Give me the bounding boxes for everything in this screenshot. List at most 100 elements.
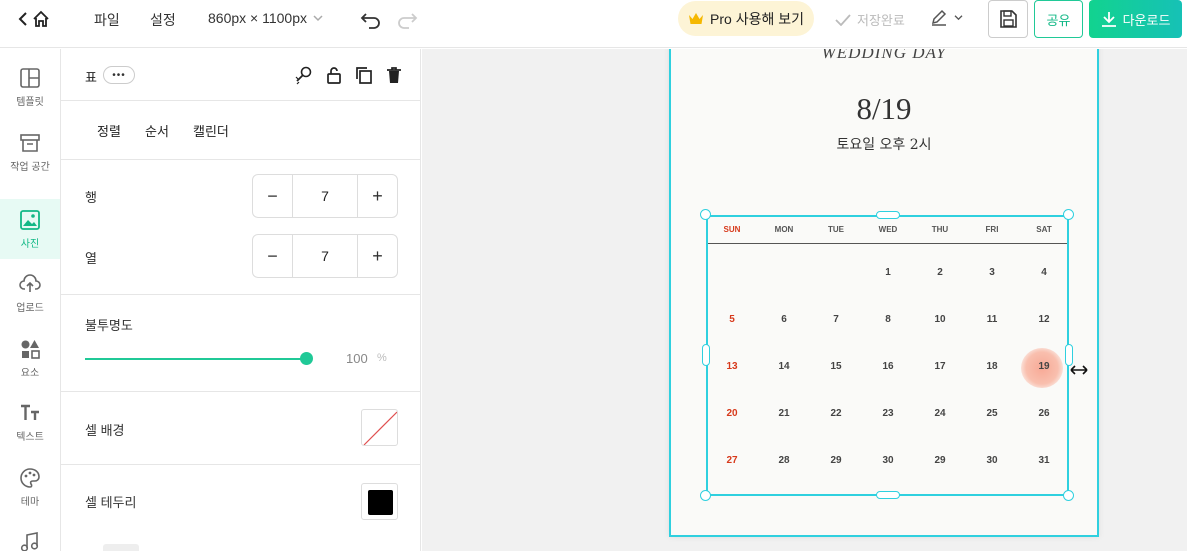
download-button[interactable]: 다운로드 (1089, 0, 1182, 38)
calendar-day[interactable]: 2 (914, 267, 966, 278)
home-nav[interactable] (18, 10, 50, 28)
no-color-icon (363, 411, 397, 445)
resize-handle-edge[interactable] (1065, 344, 1073, 366)
cell-bg-color-picker[interactable] (361, 409, 398, 446)
calendar-day[interactable]: 12 (1018, 314, 1070, 325)
chevron-down-icon (954, 14, 963, 20)
calendar-day[interactable]: 13 (706, 361, 758, 372)
wedding-title[interactable]: WEDDING DAY (671, 49, 1097, 63)
duplicate-icon[interactable] (354, 65, 374, 85)
calendar-day[interactable]: 19 (1018, 361, 1070, 372)
calendar-day[interactable]: 3 (966, 267, 1018, 278)
calendar-day[interactable]: 11 (966, 314, 1018, 325)
style-picker-icon[interactable] (294, 65, 314, 85)
tab-align[interactable]: 정렬 (97, 121, 121, 140)
opacity-value[interactable]: 100 (346, 351, 368, 366)
calendar-day[interactable]: 17 (914, 361, 966, 372)
calendar-day[interactable]: 29 (810, 455, 862, 466)
divider (61, 391, 421, 392)
calendar-day[interactable]: 31 (1018, 455, 1070, 466)
trash-icon[interactable] (384, 65, 404, 85)
calendar-day[interactable]: 16 (862, 361, 914, 372)
calendar-day[interactable]: 23 (862, 408, 914, 419)
calendar-day[interactable]: 14 (758, 361, 810, 372)
calendar-day[interactable]: 15 (810, 361, 862, 372)
more-options-button[interactable]: ••• (103, 66, 135, 84)
chevron-left-icon (18, 12, 27, 26)
calendar-day[interactable]: 18 (966, 361, 1018, 372)
rows-increment-button[interactable]: + (358, 175, 397, 217)
rail-item-photo[interactable]: 사진 (0, 199, 60, 259)
calendar-day[interactable]: 6 (758, 314, 810, 325)
download-icon (1101, 12, 1116, 27)
calendar-day[interactable]: 20 (706, 408, 758, 419)
calendar-day[interactable]: 30 (862, 455, 914, 466)
calendar-day[interactable]: 29 (914, 455, 966, 466)
wedding-time[interactable]: 토요일 오후 2시 (671, 134, 1097, 154)
undo-icon[interactable] (360, 8, 382, 30)
calendar-day[interactable]: 5 (706, 314, 758, 325)
resize-handle-edge[interactable] (876, 491, 900, 499)
cell-border-color-picker[interactable] (361, 483, 398, 520)
opacity-slider-track[interactable] (85, 358, 307, 360)
calendar-day[interactable]: 26 (1018, 408, 1070, 419)
save-button[interactable] (988, 0, 1028, 38)
weekday-sun: SUN (723, 225, 741, 234)
cols-input[interactable]: 7 (292, 235, 358, 277)
calendar-day[interactable]: 24 (914, 408, 966, 419)
opacity-slider-thumb[interactable] (300, 352, 313, 365)
calendar-day[interactable]: 22 (810, 408, 862, 419)
rail-item-workspace[interactable]: 작업 공간 (0, 122, 60, 182)
calendar-day[interactable]: 10 (914, 314, 966, 325)
calendar-day[interactable]: 8 (862, 314, 914, 325)
cell-bg-label: 셀 배경 (85, 423, 125, 438)
resize-handle-edge[interactable] (702, 344, 710, 366)
calendar-day[interactable]: 27 (706, 455, 758, 466)
check-icon (835, 13, 851, 26)
cell-border-label: 셀 테두리 (85, 495, 137, 510)
image-icon (20, 209, 40, 230)
calendar-day[interactable]: 25 (966, 408, 1018, 419)
tab-calendar[interactable]: 캘린더 (193, 121, 229, 140)
tab-order[interactable]: 순서 (145, 121, 169, 140)
resize-handle-corner[interactable] (1063, 209, 1074, 220)
resize-handle-edge[interactable] (876, 211, 900, 219)
rail-item-template[interactable]: 템플릿 (0, 57, 60, 117)
unlock-icon[interactable] (324, 65, 344, 85)
pro-trial-button[interactable]: Pro 사용해 보기 (678, 1, 814, 36)
rows-decrement-button[interactable]: − (253, 175, 292, 217)
cols-increment-button[interactable]: + (358, 235, 397, 277)
rail-item-theme[interactable]: 테마 (0, 457, 60, 517)
calendar-day[interactable]: 30 (966, 455, 1018, 466)
menu-settings[interactable]: 설정 (150, 10, 176, 30)
wedding-date[interactable]: 8/19 (671, 91, 1097, 127)
home-icon (33, 10, 49, 27)
resize-handle-corner[interactable] (700, 490, 711, 501)
calendar-table[interactable]: SUN MON TUE WED THU FRI SAT 1 2 3 4 5 6 7 8 10 11 12 13 14 1… (700, 209, 1074, 501)
rail-label: 사진 (20, 238, 40, 250)
editor-canvas[interactable]: WEDDING DAY 8/19 토요일 오후 2시 SUN MON TUE WED T… (422, 49, 1187, 551)
menu-file[interactable]: 파일 (94, 10, 120, 30)
rail-label: 템플릿 (16, 96, 44, 108)
canvas-size-select[interactable]: 860px × 1100px (208, 10, 323, 26)
redo-icon[interactable] (396, 8, 418, 30)
calendar-day[interactable]: 21 (758, 408, 810, 419)
music-icon[interactable] (19, 532, 41, 551)
calendar-day[interactable]: 7 (810, 314, 862, 325)
panel-title: 표 (85, 70, 97, 85)
draw-tool-menu[interactable] (930, 8, 963, 26)
rail-item-upload[interactable]: 업로드 (0, 263, 60, 323)
resize-handle-corner[interactable] (700, 209, 711, 220)
weekday-mon: MON (774, 225, 794, 234)
share-button[interactable]: 공유 (1034, 0, 1083, 38)
calendar-day[interactable]: 4 (1018, 267, 1070, 278)
resize-handle-corner[interactable] (1063, 490, 1074, 501)
rows-input[interactable]: 7 (292, 175, 358, 217)
cols-decrement-button[interactable]: − (253, 235, 292, 277)
rows-label: 행 (85, 190, 97, 205)
calendar-day[interactable]: 28 (758, 455, 810, 466)
rail-item-text[interactable]: 텍스트 (0, 392, 60, 452)
rows-stepper: − 7 + (252, 174, 398, 218)
rail-item-elements[interactable]: 요소 (0, 328, 60, 388)
calendar-day[interactable]: 1 (862, 267, 914, 278)
